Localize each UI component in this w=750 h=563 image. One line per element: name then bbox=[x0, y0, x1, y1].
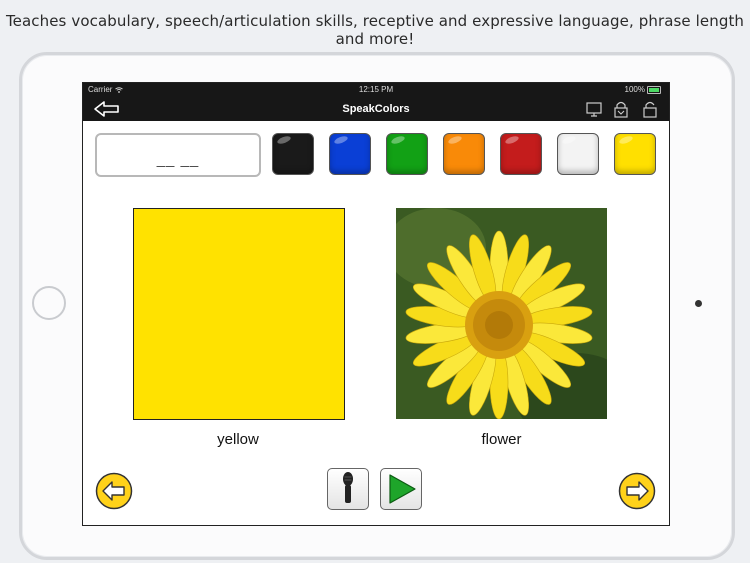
play-button[interactable] bbox=[380, 468, 422, 510]
flower-picture[interactable] bbox=[396, 208, 607, 419]
answer-box[interactable]: __ __ bbox=[95, 133, 261, 177]
promo-caption: Teaches vocabulary, speech/articulation … bbox=[5, 12, 745, 48]
home-button[interactable] bbox=[32, 286, 66, 320]
swatch-orange[interactable] bbox=[443, 133, 485, 175]
battery-icon bbox=[647, 86, 661, 94]
battery-percent: 100% bbox=[624, 85, 645, 94]
microphone-icon bbox=[343, 472, 353, 503]
swatch-red[interactable] bbox=[500, 133, 542, 175]
color-card[interactable] bbox=[133, 208, 345, 420]
status-bar: Carrier 12:15 PM 100% bbox=[83, 83, 669, 97]
swatch-yellow[interactable] bbox=[614, 133, 656, 175]
record-button[interactable] bbox=[327, 468, 369, 510]
clock: 12:15 PM bbox=[358, 85, 394, 94]
swatch-white[interactable] bbox=[557, 133, 599, 175]
nav-bar: SpeakColors bbox=[83, 97, 669, 121]
right-arrow-icon[interactable] bbox=[618, 472, 656, 510]
camera-dot bbox=[695, 300, 702, 307]
unlock-icon[interactable] bbox=[642, 100, 658, 118]
monitor-icon[interactable] bbox=[585, 100, 603, 118]
page-title: SpeakColors bbox=[342, 103, 410, 115]
flower-image bbox=[396, 208, 607, 419]
swatch-green[interactable] bbox=[386, 133, 428, 175]
answer-blanks: __ __ bbox=[156, 151, 200, 168]
picture-label: flower bbox=[481, 431, 522, 448]
color-label: yellow bbox=[217, 431, 259, 448]
left-arrow-icon[interactable] bbox=[95, 472, 133, 510]
swatch-blue[interactable] bbox=[329, 133, 371, 175]
app-screen: Carrier 12:15 PM 100% SpeakColors __ __ … bbox=[82, 82, 670, 526]
lock-menu-icon[interactable] bbox=[613, 100, 629, 118]
swatch-black[interactable] bbox=[272, 133, 314, 175]
play-icon bbox=[389, 474, 416, 504]
